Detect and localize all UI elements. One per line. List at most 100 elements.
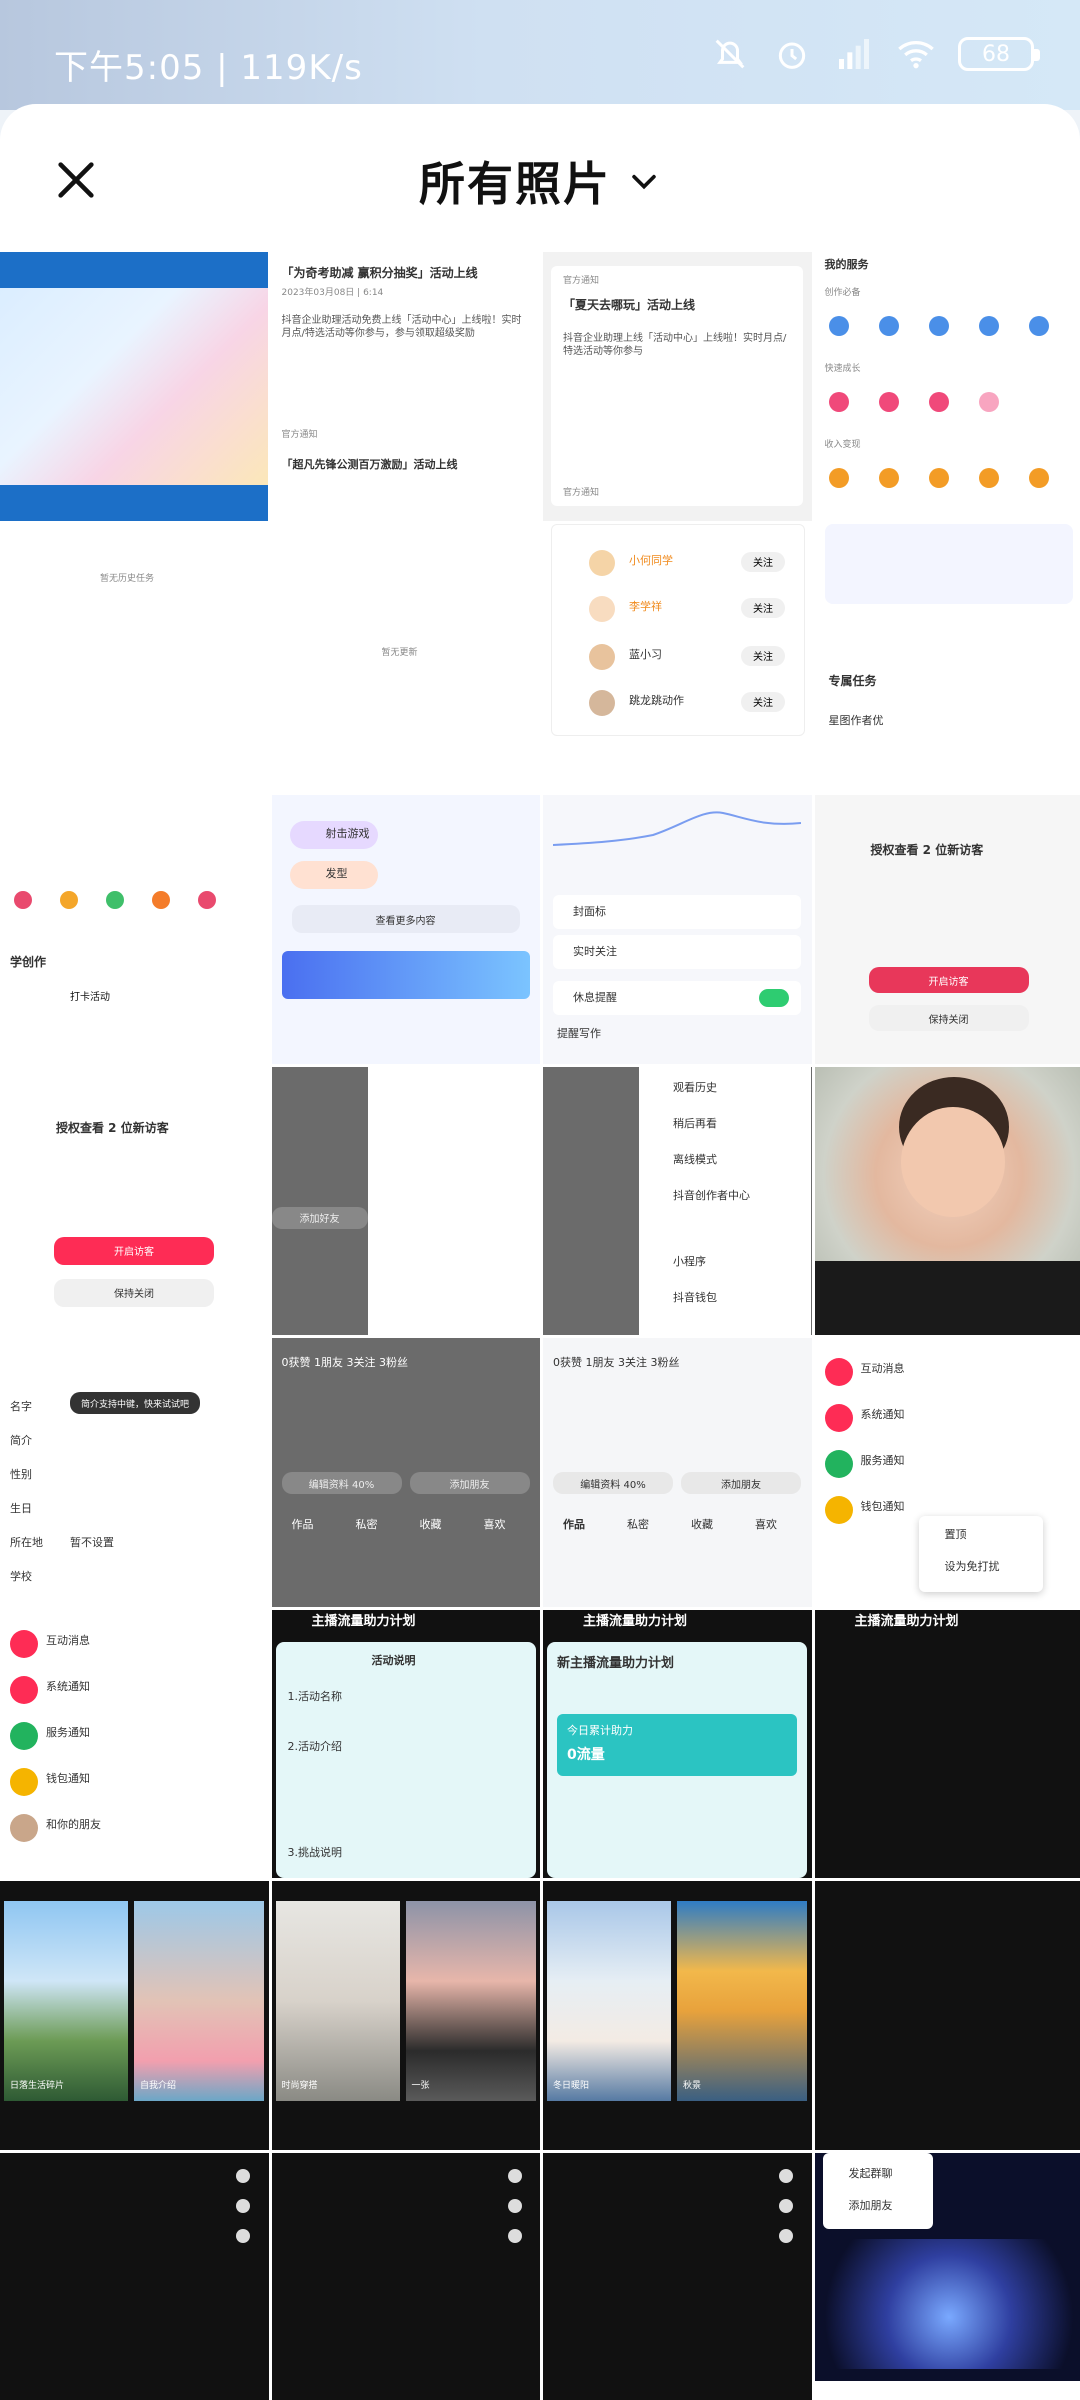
photo-thumbnail[interactable]: 授权查看 2 位新访客 开启访客 保持关闭 [0, 1066, 269, 1335]
photo-thumbnail[interactable]: 暂无更新 [271, 523, 540, 792]
photo-thumbnail[interactable]: 主播流量助力计划 [814, 1609, 1080, 1878]
video-cover [677, 1901, 807, 2101]
notice-body: 抖音企业助理上线「活动中心」上线啦！实时月点/特选活动等你参与 [563, 333, 787, 357]
dialog-title: 授权查看 2 位新访客 [56, 1120, 169, 1135]
message-icon [824, 1496, 853, 1524]
video-caption: 自我介绍 [140, 2081, 177, 2091]
signal-icon [839, 39, 869, 69]
menu-item[interactable]: 稍后再看 [673, 1117, 717, 1131]
popup-item[interactable]: 添加朋友 [849, 2199, 893, 2213]
profile-row[interactable]: 性别 [10, 1468, 32, 1482]
photo-thumbnail[interactable]: 发起群聊 添加朋友 [814, 2152, 1080, 2400]
menu-item[interactable]: 离线模式 [673, 1153, 717, 1167]
add-friend-button[interactable]: 添加好友 [271, 1206, 368, 1229]
profile-row[interactable]: 名字 [10, 1400, 32, 1414]
profile-tab[interactable]: 喜欢 [755, 1518, 777, 1532]
filter-icon [236, 2198, 250, 2213]
photo-thumbnail[interactable]: 官方通知 「夏天去哪玩」活动上线 抖音企业助理上线「活动中心」上线啦！实时月点/… [543, 252, 812, 521]
photo-thumbnail[interactable]: 观看历史 稍后再看 离线模式 抖音创作者中心 小程序 抖音钱包 [543, 1066, 812, 1335]
profile-tab[interactable]: 收藏 [420, 1518, 442, 1532]
enable-visitor-button[interactable]: 开启访客 [54, 1236, 214, 1265]
battery-icon: 68 [958, 37, 1040, 71]
photo-thumbnail[interactable] [814, 1881, 1080, 2150]
profile-tab[interactable]: 私密 [627, 1518, 649, 1532]
popup-item[interactable]: 发起群聊 [849, 2167, 893, 2181]
photo-thumbnail[interactable]: 添加好友 [271, 1066, 540, 1335]
popup-menu [822, 2152, 933, 2229]
menu-item[interactable]: 观看历史 [673, 1081, 717, 1095]
profile-tab[interactable]: 作品 [563, 1518, 585, 1532]
photo-thumbnail[interactable]: 暂无历史任务 [0, 523, 269, 792]
edit-profile-button[interactable]: 编辑资料 40% [553, 1472, 673, 1494]
menu-item[interactable]: 抖音钱包 [673, 1291, 717, 1305]
photo-thumbnail[interactable]: 「为奇考助减 赢积分抽奖」活动上线 2023年03月08日 | 6:14 抖音企… [271, 252, 540, 521]
photo-thumbnail[interactable]: 授权查看 2 位新访客 开启访客 保持关闭 [814, 795, 1080, 1064]
profile-row[interactable]: 生日 [10, 1502, 32, 1516]
info-title: 活动说明 [371, 1653, 416, 1667]
trend-line [553, 811, 801, 846]
message-icon [824, 1404, 853, 1432]
photo-thumbnail[interactable]: 0获赞 1朋友 3关注 3粉丝 编辑资料 40% 添加朋友 作品 私密 收藏 喜… [271, 1338, 540, 1607]
photo-thumbnail[interactable]: 小何同学 关注 李学祥 关注 蓝小习 关注 跳龙跳动作 关注 [543, 523, 812, 792]
photo-thumbnail[interactable]: 学创作 打卡活动 [0, 795, 269, 1064]
wallpaper-band-top [0, 252, 268, 288]
photo-thumbnail[interactable]: 冬日暖阳 秋景 [543, 1881, 812, 2150]
menu-item[interactable]: 抖音创作者中心 [673, 1189, 750, 1203]
follow-button[interactable]: 关注 [741, 645, 785, 666]
context-menu-item[interactable]: 置顶 [945, 1528, 967, 1542]
banner [281, 951, 530, 999]
profile-stats: 0获赞 1朋友 3关注 3粉丝 [281, 1356, 408, 1369]
tool-icon [106, 891, 124, 909]
photo-thumbnail[interactable]: 时尚穿搭 一张 [271, 1881, 540, 2150]
photo-thumbnail[interactable]: 日落生活碎片 自我介绍 [0, 1881, 269, 2150]
photo-thumbnail[interactable] [271, 2152, 540, 2400]
photo-thumbnail[interactable]: 我的服务 创作必备 快速成长 收入变现 [814, 252, 1080, 521]
video-cover [547, 1901, 671, 2101]
photo-thumbnail[interactable] [0, 2152, 269, 2400]
photo-thumbnail[interactable] [0, 252, 269, 521]
photo-thumbnail[interactable]: 互动消息 系统通知 服务通知 钱包通知 和你的朋友 [0, 1609, 269, 1878]
chevron-down-icon [779, 2228, 793, 2243]
message-title: 系统通知 [46, 1679, 90, 1693]
boost-label: 今日累计助力 [567, 1723, 633, 1737]
message-icon [10, 1721, 38, 1750]
edit-profile-button[interactable]: 编辑资料 40% [281, 1472, 402, 1494]
profile-row[interactable]: 学校 [10, 1570, 32, 1584]
follow-button[interactable]: 关注 [741, 691, 785, 712]
profile-tab[interactable]: 作品 [292, 1518, 314, 1532]
tool-icon [60, 891, 78, 909]
menu-item[interactable]: 小程序 [673, 1255, 706, 1269]
photo-thumbnail[interactable]: 简介支持中键，快来试试吧 名字 简介 性别 生日 所在地 暂不设置 学校 [0, 1338, 269, 1607]
profile-row[interactable]: 所在地 [10, 1536, 43, 1550]
photo-thumbnail[interactable]: 主播流量助力计划 活动说明 1.活动名称 2.活动介绍 3.挑战说明 [271, 1609, 540, 1878]
profile-tab[interactable]: 私密 [356, 1518, 378, 1532]
follow-button[interactable]: 关注 [741, 551, 785, 572]
enable-visitor-button[interactable]: 开启访客 [868, 967, 1029, 993]
status-time: 下午5:05 | 119K/s [54, 48, 363, 88]
profile-row[interactable]: 简介 [10, 1434, 32, 1448]
photo-thumbnail[interactable]: 专属任务 星图作者优 [814, 523, 1080, 792]
photo-thumbnail[interactable]: 互动消息 系统通知 服务通知 钱包通知 置顶 设为免打扰 [814, 1338, 1080, 1607]
profile-tab[interactable]: 喜欢 [484, 1518, 506, 1532]
chevron-down-icon [632, 174, 656, 190]
photo-thumbnail[interactable]: 主播流量助力计划 新主播流量助力计划 今日累计助力 0流量 [543, 1609, 812, 1878]
photo-thumbnail[interactable]: 封面标 实时关注 休息提醒 提醒写作 [543, 795, 812, 1064]
keep-closed-button[interactable]: 保持关闭 [54, 1278, 214, 1307]
follow-button[interactable]: 关注 [741, 597, 785, 618]
service-icon [878, 392, 899, 412]
toggle-switch[interactable] [759, 989, 789, 1007]
profile-tab[interactable]: 收藏 [691, 1518, 713, 1532]
service-icon [928, 316, 949, 336]
profile-stats: 0获赞 1朋友 3关注 3粉丝 [553, 1356, 680, 1369]
more-button[interactable]: 查看更多内容 [291, 905, 520, 933]
photo-thumbnail[interactable]: 射击游戏 发型 查看更多内容 [271, 795, 540, 1064]
photo-thumbnail[interactable]: 0获赞 1朋友 3关注 3粉丝 编辑资料 40% 添加朋友 作品 私密 收藏 喜… [543, 1338, 812, 1607]
add-friend-button[interactable]: 添加朋友 [681, 1472, 801, 1494]
album-selector[interactable]: 所有照片 [0, 148, 1080, 214]
add-friend-button[interactable]: 添加朋友 [409, 1472, 530, 1494]
service-icon [928, 468, 949, 488]
context-menu-item[interactable]: 设为免打扰 [945, 1560, 1000, 1574]
photo-thumbnail[interactable] [543, 2152, 812, 2400]
photo-thumbnail[interactable] [814, 1066, 1080, 1335]
keep-closed-button[interactable]: 保持关闭 [868, 1005, 1029, 1031]
